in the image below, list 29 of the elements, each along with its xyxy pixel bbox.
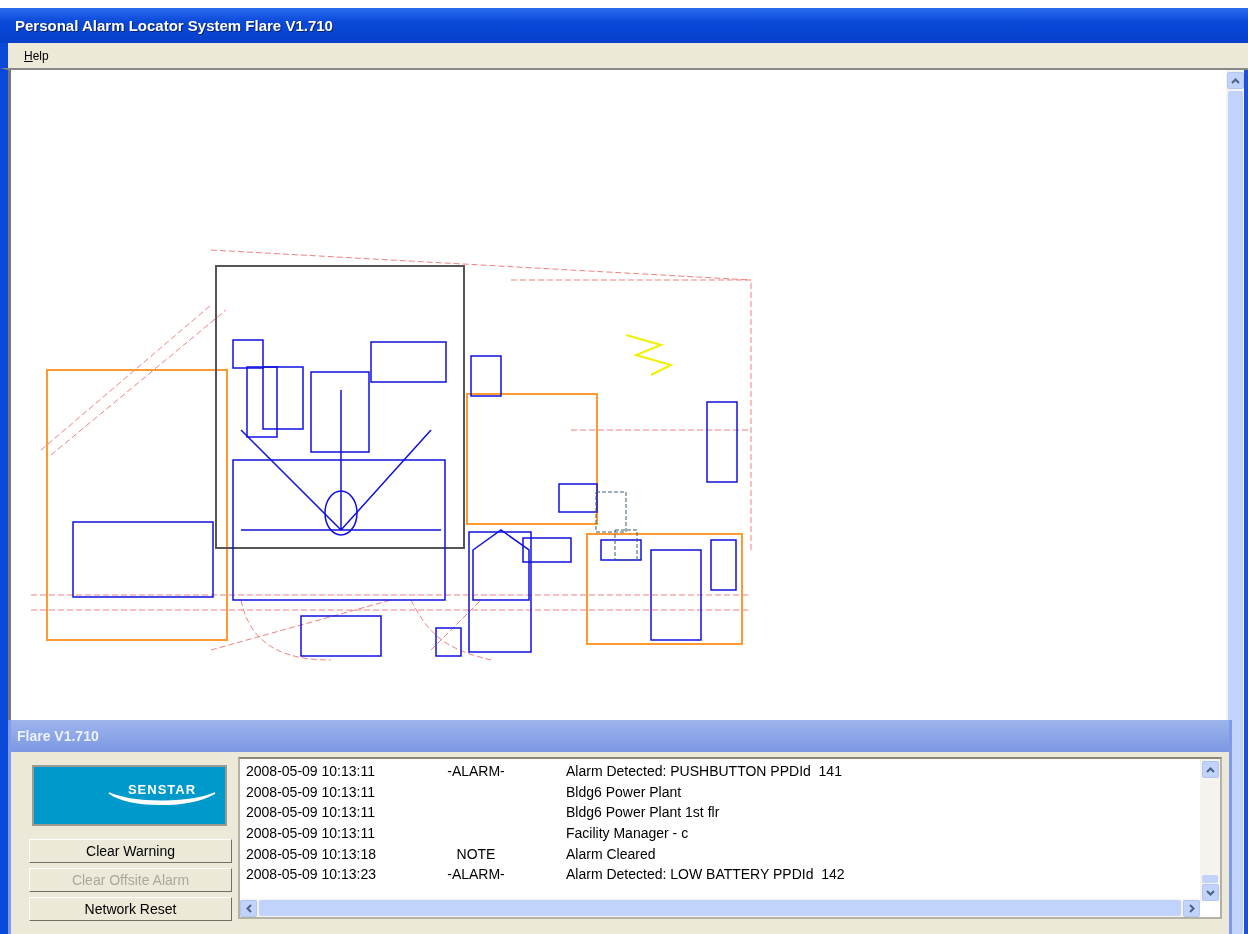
log-message: Bldg6 Power Plant <box>566 783 682 800</box>
menu-item[interactable]: Help <box>24 48 49 63</box>
action-button[interactable]: Clear Warning <box>29 839 232 863</box>
log-type: -ALARM- <box>447 866 505 883</box>
window-title: Personal Alarm Locator System Flare V1.710 <box>15 17 333 34</box>
log-type: -ALARM- <box>447 763 505 780</box>
log-time: 2008-05-09 10:13:11 <box>246 804 376 821</box>
log-time: 2008-05-09 10:13:18 <box>246 845 377 862</box>
log-time: 2008-05-09 10:13:11 <box>246 825 376 842</box>
log-message: Facility Manager - c <box>566 825 689 842</box>
log-time: 2008-05-09 10:13:11 <box>246 763 376 780</box>
action-button[interactable]: Network Reset <box>29 897 232 921</box>
scroll-down-button[interactable] <box>1201 884 1219 901</box>
logo-text: SENSTAR <box>127 782 197 797</box>
scroll-thumb[interactable] <box>1202 875 1218 883</box>
vertical-scrollbar[interactable] <box>1226 70 1248 934</box>
scroll-up-button[interactable] <box>1226 72 1244 89</box>
log-message: Bldg6 Power Plant 1st flr <box>566 804 720 821</box>
scroll-up-button[interactable] <box>1201 761 1219 778</box>
scroll-right-button[interactable] <box>1183 899 1200 917</box>
scroll-left-button[interactable] <box>240 899 257 917</box>
log-time: 2008-05-09 10:13:23 <box>246 866 377 883</box>
dialog-title: Flare V1.710 <box>17 728 99 744</box>
log-message: Alarm Detected: PUSHBUTTON PPDId 141 <box>566 763 842 780</box>
log-type: NOTE <box>456 845 496 862</box>
log-message: Alarm Cleared <box>566 845 656 862</box>
vertical-scrollbar[interactable] <box>1200 759 1220 901</box>
log-time: 2008-05-09 10:13:11 <box>246 783 376 800</box>
log-message: Alarm Detected: LOW BATTERY PPDId 142 <box>566 866 845 883</box>
